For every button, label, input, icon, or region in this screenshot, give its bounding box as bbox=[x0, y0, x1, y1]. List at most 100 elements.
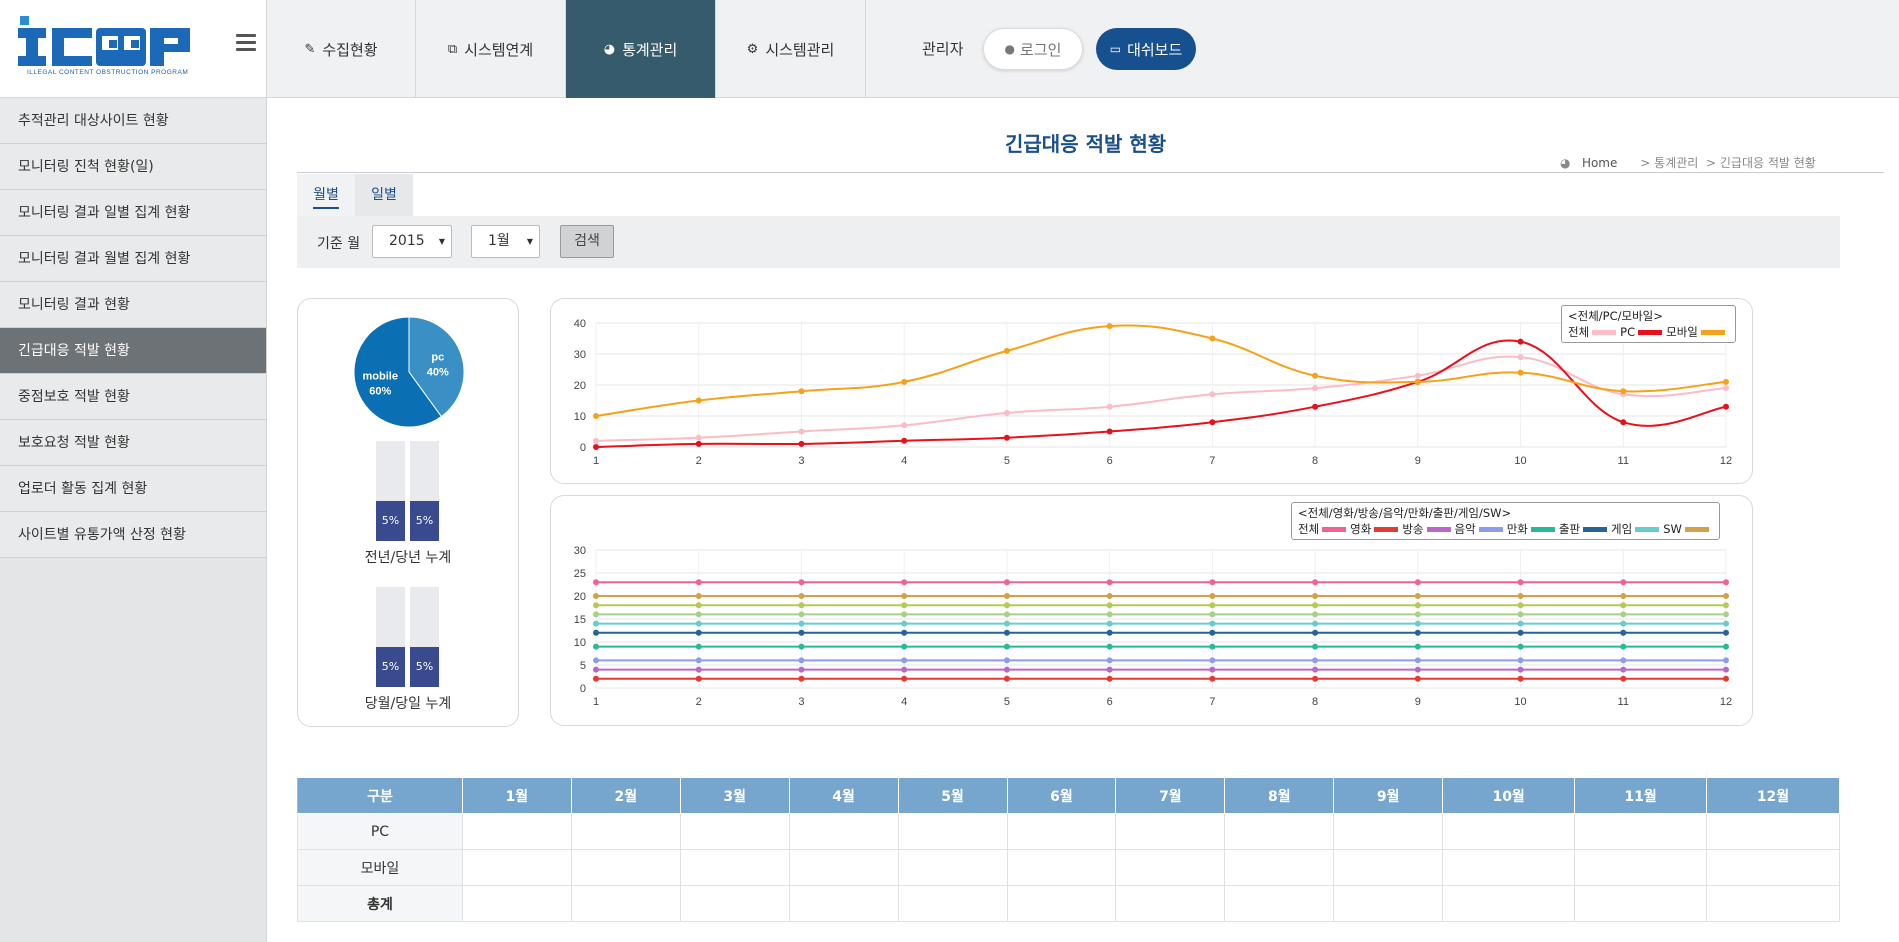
y-tick-label: 20 bbox=[574, 380, 586, 392]
sidebar-item-tracking-sites[interactable]: 추적관리 대상사이트 현황 bbox=[0, 98, 266, 144]
bar-fill: 5% bbox=[376, 647, 405, 687]
legend-swatch bbox=[1426, 526, 1451, 532]
admin-label: 관리자 bbox=[922, 40, 964, 58]
data-point bbox=[798, 675, 805, 682]
view-tabs: 월별 일별 bbox=[297, 174, 413, 216]
sidebar-item-monitoring-result[interactable]: 모니터링 결과 현황 bbox=[0, 282, 266, 328]
sidebar-item-monitoring-progress[interactable]: 모니터링 진척 현황(일) bbox=[0, 144, 266, 190]
data-point bbox=[1414, 643, 1421, 650]
nav-tab-label: 시스템관리 bbox=[765, 40, 835, 59]
data-point bbox=[1414, 620, 1421, 627]
menu-toggle-icon[interactable] bbox=[236, 34, 256, 54]
data-point bbox=[1517, 338, 1524, 345]
data-point bbox=[1414, 579, 1421, 586]
tab-daily[interactable]: 일별 bbox=[355, 174, 413, 216]
table-cell bbox=[1224, 813, 1335, 850]
legend-label: 모바일 bbox=[1666, 325, 1698, 339]
gears-icon: ⚙ bbox=[746, 41, 759, 57]
year-select[interactable]: 2015 bbox=[372, 225, 452, 258]
logo-area: ILLEGAL CONTENT OBSTRUCTION PROGRAM bbox=[0, 0, 267, 98]
sidebar-item-priority-protection[interactable]: 중점보호 적발 현황 bbox=[0, 374, 266, 420]
sidebar-item-emergency-detection[interactable]: 긴급대응 적발 현황 bbox=[0, 328, 266, 374]
sidebar-item-site-value[interactable]: 사이트별 유통가액 산정 현황 bbox=[0, 512, 266, 558]
sidebar-item-monitoring-monthly[interactable]: 모니터링 결과 월별 집계 현황 bbox=[0, 236, 266, 282]
table-header-cell: 9월 bbox=[1333, 777, 1444, 814]
data-point bbox=[901, 629, 908, 636]
table-row-label: PC bbox=[297, 813, 463, 850]
x-tick-label: 11 bbox=[1618, 696, 1629, 708]
breadcrumb: ◕ Home > 통계관리 > 긴급대응 적발 현황 bbox=[1560, 154, 1816, 171]
data-point bbox=[1723, 611, 1729, 618]
data-point bbox=[1209, 666, 1216, 673]
x-tick-label: 12 bbox=[1720, 455, 1732, 467]
legend-swatch bbox=[1700, 329, 1725, 335]
breadcrumb-level1[interactable]: 통계관리 bbox=[1654, 156, 1698, 170]
bar-fill: 5% bbox=[376, 501, 405, 541]
table-header-cell: 5월 bbox=[897, 777, 1008, 814]
data-point bbox=[1517, 666, 1524, 673]
table-cell bbox=[788, 813, 899, 850]
sidebar-item-monitoring-daily[interactable]: 모니터링 결과 일별 집계 현황 bbox=[0, 190, 266, 236]
data-point bbox=[1414, 611, 1421, 618]
data-point bbox=[1620, 657, 1627, 664]
sidebar-item-protection-request[interactable]: 보호요청 적발 현황 bbox=[0, 420, 266, 466]
data-point bbox=[1106, 323, 1113, 330]
data-point bbox=[798, 620, 805, 627]
data-point bbox=[901, 437, 908, 444]
data-point bbox=[593, 593, 599, 599]
data-point bbox=[1106, 675, 1113, 682]
breadcrumb-home[interactable]: Home bbox=[1582, 156, 1617, 170]
table-header-cell: 7월 bbox=[1115, 777, 1226, 814]
data-point bbox=[593, 657, 599, 664]
data-point bbox=[1517, 675, 1524, 682]
table-header-cell: 12월 bbox=[1706, 777, 1840, 814]
data-point bbox=[1106, 579, 1113, 586]
data-point bbox=[1312, 611, 1319, 618]
data-point bbox=[1209, 611, 1216, 618]
dashboard-button[interactable]: ▭ 대쉬보드 bbox=[1096, 28, 1196, 70]
month-select[interactable]: 1월 bbox=[471, 225, 540, 258]
data-point bbox=[1003, 629, 1010, 636]
data-point bbox=[1414, 602, 1421, 609]
nav-tab-statistics[interactable]: ◕ 통계관리 bbox=[566, 0, 716, 98]
data-point bbox=[593, 675, 599, 682]
data-point bbox=[1209, 419, 1216, 426]
nav-tab-system-admin[interactable]: ⚙ 시스템관리 bbox=[716, 0, 866, 98]
pie-icon: ◕ bbox=[603, 41, 616, 57]
data-point bbox=[1517, 593, 1524, 599]
legend-swatch bbox=[1322, 526, 1347, 532]
data-point bbox=[1106, 428, 1113, 435]
y-tick-label: 25 bbox=[574, 568, 586, 580]
nav-tab-collection[interactable]: ✎ 수집현황 bbox=[267, 0, 416, 98]
data-point bbox=[593, 602, 599, 609]
table-cell bbox=[679, 849, 790, 886]
table-cell bbox=[1006, 885, 1117, 922]
data-point bbox=[1312, 579, 1319, 586]
table-cell bbox=[788, 885, 899, 922]
table-header-cell: 8월 bbox=[1224, 777, 1335, 814]
sidebar-item-uploader-activity[interactable]: 업로더 활동 집계 현황 bbox=[0, 466, 266, 512]
search-button[interactable]: 검색 bbox=[560, 225, 614, 258]
y-tick-label: 30 bbox=[574, 349, 586, 361]
table-cell bbox=[1115, 849, 1226, 886]
bar-value: 5% bbox=[381, 514, 400, 527]
table-row: PC bbox=[297, 813, 1840, 850]
table-cell bbox=[461, 813, 572, 850]
data-point bbox=[1414, 372, 1421, 379]
bar-this-month: 5% bbox=[376, 587, 405, 687]
nav-tab-system-link[interactable]: ⧉ 시스템연계 bbox=[416, 0, 566, 98]
data-point bbox=[901, 643, 908, 650]
data-point bbox=[1003, 666, 1010, 673]
login-button[interactable]: ● 로그인 bbox=[983, 28, 1083, 70]
data-point bbox=[1106, 620, 1113, 627]
data-point bbox=[901, 611, 908, 618]
x-tick-label: 9 bbox=[1415, 696, 1421, 708]
data-point bbox=[1723, 403, 1729, 410]
legend-label: PC bbox=[1620, 325, 1636, 339]
table-cell bbox=[570, 813, 681, 850]
tab-monthly[interactable]: 월별 bbox=[297, 174, 355, 216]
data-point bbox=[1312, 629, 1319, 636]
data-point bbox=[798, 579, 805, 586]
legend-swatch bbox=[1530, 526, 1555, 532]
legend-swatch bbox=[1374, 526, 1399, 532]
